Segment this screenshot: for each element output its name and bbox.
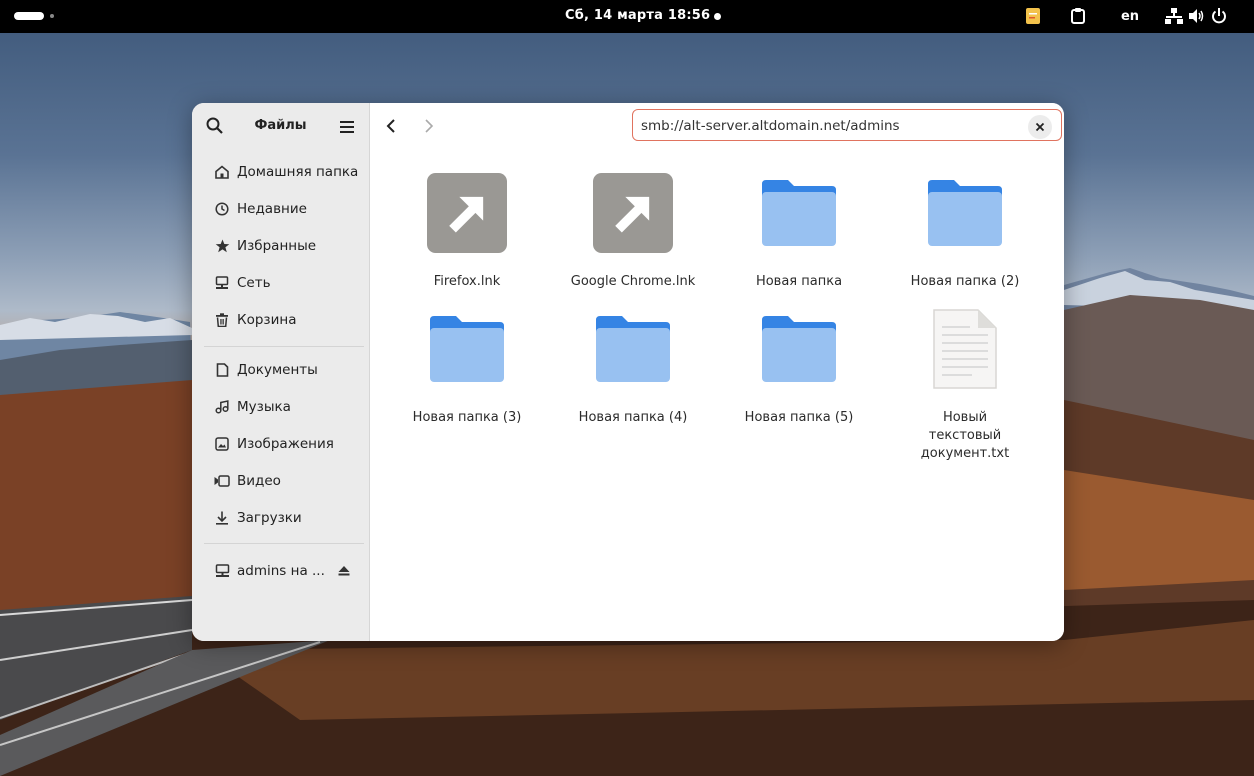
main-menu-button[interactable] [336,116,358,138]
sidebar-item-label: Избранные [237,238,317,254]
power-icon[interactable] [1210,7,1228,25]
sidebar-item-label: Корзина [237,312,297,328]
download-icon [214,510,230,526]
eject-icon[interactable] [337,564,351,578]
forward-button[interactable] [418,115,440,137]
file-item[interactable]: Новая папка (3) [387,285,547,425]
sidebar-item-admins-share[interactable]: admins на ... [200,555,361,587]
star-icon [214,238,230,254]
sidebar-item-label: admins на ... [237,563,325,579]
sidebar-item-downloads[interactable]: Загрузки [200,502,361,534]
date-time-clock[interactable]: Сб, 14 марта 18:56 [565,8,710,23]
chevron-right-icon [425,119,434,133]
sidebar-item-documents[interactable]: Документы [200,354,361,386]
sidebar: Файлы Домашняя папка Недавние Избранные … [192,103,370,641]
network-share-icon [214,563,230,579]
sidebar-item-label: Видео [237,473,281,489]
music-icon [214,399,230,415]
location-input[interactable] [641,116,1031,136]
sidebar-separator [204,346,364,347]
file-name: Новый текстовый документ.txt [920,410,1010,461]
hamburger-menu-icon [340,121,354,133]
notes-app-icon[interactable] [1024,7,1042,25]
keyboard-layout-indicator[interactable]: en [1118,7,1142,25]
folder-icon [759,173,839,253]
file-item[interactable]: Новая папка (5) [719,285,879,425]
sidebar-item-home[interactable]: Домашняя папка [200,156,361,188]
file-item[interactable]: Google Chrome.lnk [553,149,713,289]
file-name: Новая папка (5) [744,410,854,425]
document-icon [214,362,230,378]
window-close-button[interactable] [1028,115,1052,139]
files-window: Файлы Домашняя папка Недавние Избранные … [192,103,1064,641]
text-document-icon [925,309,1005,389]
sidebar-item-label: Изображения [237,436,334,452]
notification-dot-icon [714,13,721,20]
top-bar: Сб, 14 марта 18:56 en [0,0,1254,33]
sidebar-item-starred[interactable]: Избранные [200,230,361,262]
folder-icon [759,309,839,389]
sidebar-item-pictures[interactable]: Изображения [200,428,361,460]
file-grid: Firefox.lnk Google Chrome.lnk Новая папк… [370,149,1064,641]
chevron-left-icon [386,119,395,133]
file-name: Новая папка (3) [412,410,522,425]
folder-icon [593,309,673,389]
file-item[interactable]: Новый текстовый документ.txt [885,285,1045,461]
sidebar-item-label: Документы [237,362,318,378]
folder-icon [427,309,507,389]
sidebar-item-label: Загрузки [237,510,302,526]
file-item[interactable]: Новая папка (2) [885,149,1045,289]
recent-clock-icon [214,201,230,217]
network-icon [214,275,230,291]
video-icon [214,473,230,489]
sidebar-item-label: Музыка [237,399,291,415]
sidebar-item-music[interactable]: Музыка [200,391,361,423]
folder-icon [925,173,1005,253]
link-file-icon [427,173,507,253]
sidebar-item-network[interactable]: Сеть [200,267,361,299]
location-bar[interactable] [632,109,1062,141]
file-item[interactable]: Новая папка (4) [553,285,713,425]
home-icon [214,164,230,180]
clipboard-icon[interactable] [1069,7,1087,25]
workspace-indicator-inactive [50,14,54,18]
image-icon [214,436,230,452]
close-icon [1035,122,1045,132]
file-item[interactable]: Новая папка [719,149,879,289]
sidebar-item-label: Недавние [237,201,307,217]
sidebar-item-trash[interactable]: Корзина [200,304,361,336]
sidebar-item-videos[interactable]: Видео [200,465,361,497]
network-wired-icon[interactable] [1164,7,1184,25]
file-name: Новая папка (4) [578,410,688,425]
sidebar-item-label: Сеть [237,275,271,291]
link-file-icon [593,173,673,253]
header-bar [370,103,1064,149]
file-item[interactable]: Firefox.lnk [387,149,547,289]
sidebar-item-recent[interactable]: Недавние [200,193,361,225]
volume-icon[interactable] [1188,7,1206,25]
activities-button[interactable] [14,11,54,21]
sidebar-header: Файлы [192,103,369,149]
workspace-indicator-active [14,12,44,20]
trash-icon [214,312,230,328]
sidebar-item-label: Домашняя папка [237,164,359,180]
sidebar-separator [204,543,364,544]
back-button[interactable] [380,115,402,137]
